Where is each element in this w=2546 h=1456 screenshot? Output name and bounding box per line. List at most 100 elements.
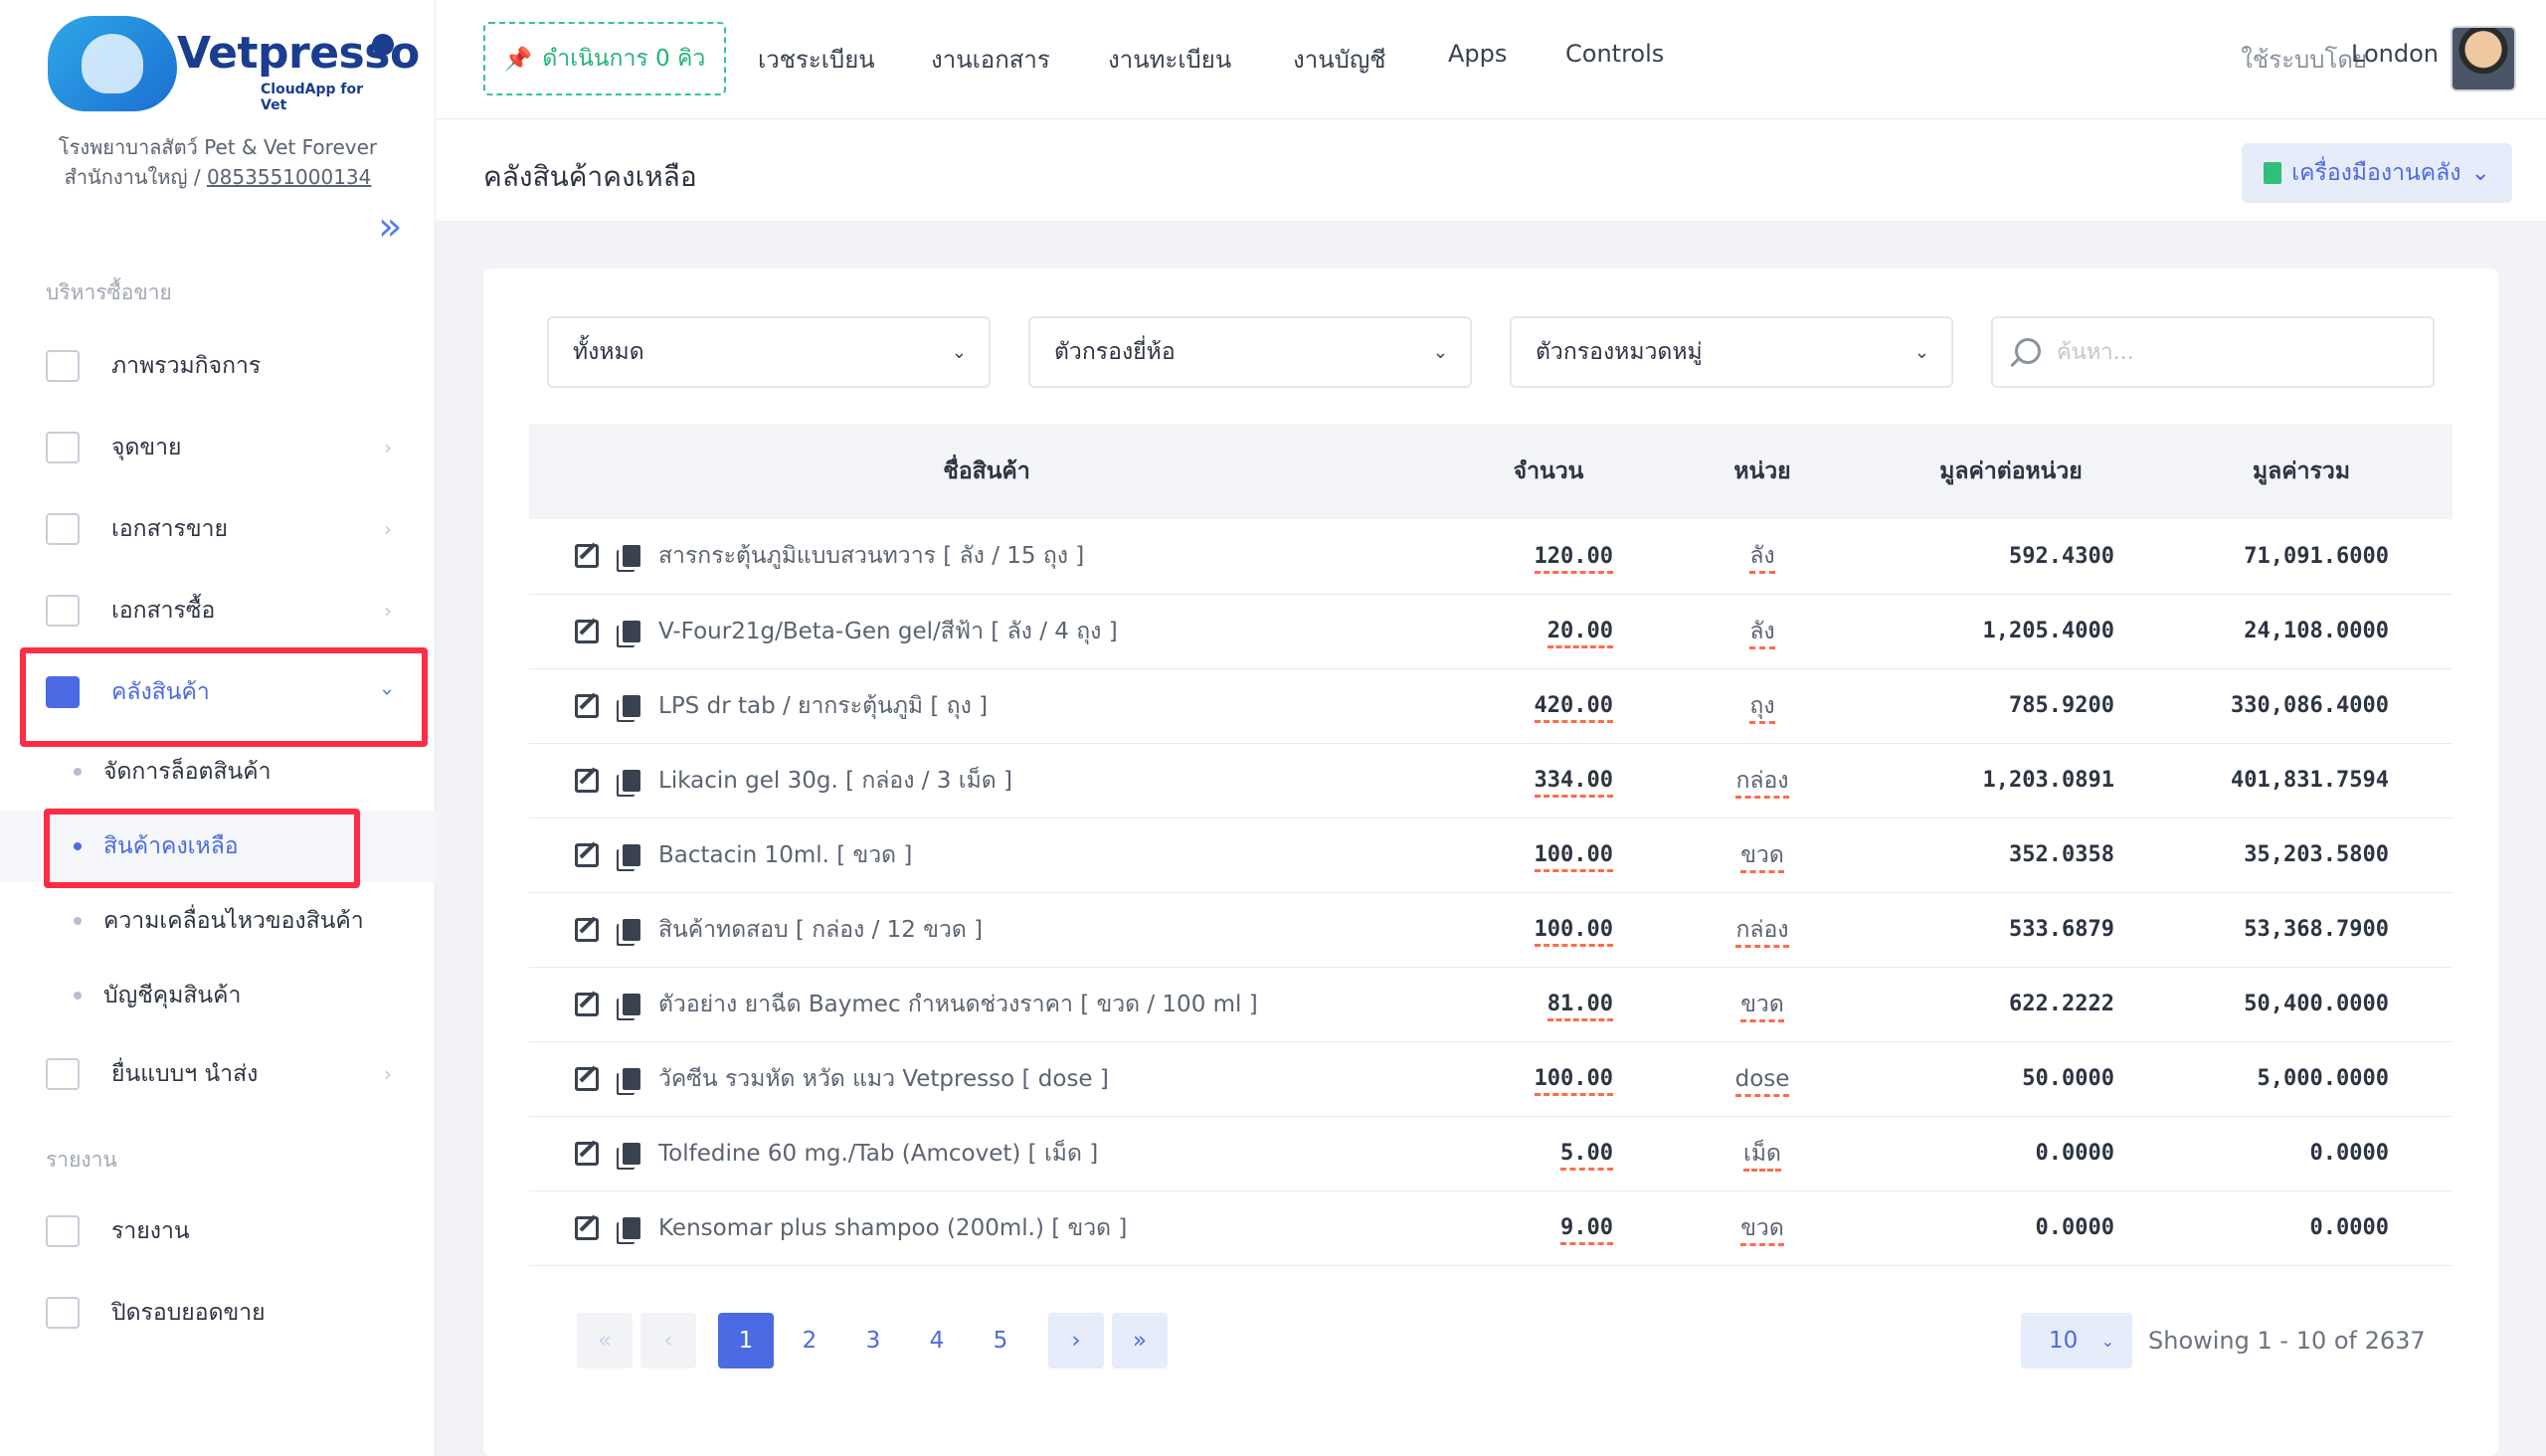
qty-value[interactable]: 81.00 bbox=[1546, 992, 1613, 1021]
copy-icon[interactable] bbox=[623, 843, 640, 866]
sidebar-item-label: ปิดรอบยอดขาย bbox=[111, 1300, 266, 1326]
brand-filter-select[interactable]: ตัวกรองยี่ห้อ ⌄ bbox=[1028, 316, 1472, 388]
clinic-phone-link[interactable]: 0853551000134 bbox=[207, 165, 371, 189]
nav-controls[interactable]: Controls bbox=[1565, 40, 1664, 68]
edit-icon[interactable] bbox=[575, 917, 599, 942]
qty-value[interactable]: 420.00 bbox=[1534, 693, 1613, 723]
per-page-select[interactable]: 10 ⌄ bbox=[2021, 1313, 2132, 1368]
copy-icon[interactable] bbox=[623, 769, 640, 792]
qty-value[interactable]: 120.00 bbox=[1534, 543, 1613, 574]
unit-value[interactable]: ลัง bbox=[1749, 618, 1775, 649]
edit-icon[interactable] bbox=[575, 544, 599, 569]
bullet-icon bbox=[74, 917, 82, 925]
copy-icon[interactable] bbox=[623, 1142, 640, 1165]
page-button-4[interactable]: 4 bbox=[909, 1313, 965, 1368]
unit-value[interactable]: ถุง bbox=[1749, 692, 1775, 724]
col-header-total[interactable]: มูลค่ารวม bbox=[2150, 424, 2453, 519]
edit-icon[interactable] bbox=[575, 992, 599, 1016]
cash-register-icon bbox=[46, 432, 80, 463]
edit-icon[interactable] bbox=[575, 693, 599, 718]
sidebar-subitem-stock-movement[interactable]: ความเคลื่อนไหวของสินค้า bbox=[0, 885, 436, 957]
qty-value[interactable]: 334.00 bbox=[1534, 768, 1613, 798]
unit-value[interactable]: dose bbox=[1734, 1065, 1790, 1097]
nav-medical-records[interactable]: เวชระเบียน bbox=[758, 40, 875, 79]
copy-icon[interactable] bbox=[623, 620, 640, 642]
unit-value[interactable]: เม็ด bbox=[1743, 1140, 1781, 1172]
edit-icon[interactable] bbox=[575, 842, 599, 867]
edit-icon[interactable] bbox=[575, 619, 599, 643]
col-header-unit-price[interactable]: มูลค่าต่อหน่วย bbox=[1872, 424, 2150, 519]
stock-card: ทั้งหมด ⌄ ตัวกรองยี่ห้อ ⌄ ตัวกรองหมวดหมู… bbox=[483, 269, 2498, 1456]
edit-icon[interactable] bbox=[575, 1215, 599, 1240]
col-header-unit[interactable]: หน่วย bbox=[1653, 424, 1872, 519]
qty-value[interactable]: 100.00 bbox=[1534, 1066, 1613, 1096]
qty-value[interactable]: 100.00 bbox=[1534, 917, 1613, 947]
cart-icon bbox=[46, 595, 80, 627]
prev-page-button[interactable]: ‹ bbox=[640, 1313, 696, 1368]
sidebar-subitem-stock-ledger[interactable]: บัญชีคุมสินค้า bbox=[0, 960, 436, 1031]
sidebar-subitem-lot-management[interactable]: จัดการล็อตสินค้า bbox=[0, 736, 436, 808]
copy-icon[interactable] bbox=[623, 918, 640, 941]
user-name[interactable]: London bbox=[2351, 40, 2439, 68]
cell-unit-price: 352.0358 bbox=[1872, 818, 2150, 893]
unit-value[interactable]: ขวด bbox=[1740, 1214, 1784, 1246]
next-page-button[interactable]: › bbox=[1048, 1313, 1104, 1368]
cell-qty: 20.00 bbox=[1444, 594, 1653, 669]
copy-icon[interactable] bbox=[623, 694, 640, 717]
qty-value[interactable]: 100.00 bbox=[1534, 842, 1613, 872]
unit-value[interactable]: กล่อง bbox=[1735, 767, 1789, 799]
page-button-2[interactable]: 2 bbox=[782, 1313, 837, 1368]
sidebar-item-purchase-docs[interactable]: เอกสารซื้อ › bbox=[20, 575, 428, 646]
cell-total: 5,000.0000 bbox=[2150, 1041, 2453, 1117]
copy-icon[interactable] bbox=[623, 1216, 640, 1239]
sidebar-item-overview[interactable]: ภาพรวมกิจการ bbox=[20, 330, 428, 402]
cell-unit-price: 50.0000 bbox=[1872, 1041, 2150, 1117]
page-button-3[interactable]: 3 bbox=[845, 1313, 901, 1368]
sidebar-item-close-sales[interactable]: ปิดรอบยอดขาย bbox=[20, 1277, 428, 1349]
qty-value[interactable]: 5.00 bbox=[1560, 1141, 1613, 1171]
last-page-button[interactable]: » bbox=[1112, 1313, 1168, 1368]
clinic-branch: สำนักงานใหญ่ / 0853551000134 bbox=[0, 161, 436, 193]
edit-icon[interactable] bbox=[575, 1141, 599, 1166]
col-header-qty[interactable]: จำนวน bbox=[1444, 424, 1653, 519]
cell-qty: 420.00 bbox=[1444, 668, 1653, 744]
unit-value[interactable]: ลัง bbox=[1749, 543, 1775, 575]
nav-registration[interactable]: งานทะเบียน bbox=[1108, 40, 1231, 79]
sidebar-item-tax-filing[interactable]: ยื่นแบบฯ นำส่ง › bbox=[20, 1038, 428, 1110]
status-filter-select[interactable]: ทั้งหมด ⌄ bbox=[547, 316, 991, 388]
unit-value[interactable]: กล่อง bbox=[1735, 916, 1789, 948]
vetpresso-logo[interactable]: Vetpresso CloudApp for Vet bbox=[48, 12, 420, 121]
bullet-icon bbox=[74, 992, 82, 1000]
nav-apps[interactable]: Apps bbox=[1448, 40, 1507, 68]
nav-documents[interactable]: งานเอกสาร bbox=[931, 40, 1050, 79]
sidebar-item-reports[interactable]: รายงาน bbox=[20, 1195, 428, 1267]
page-button-1[interactable]: 1 bbox=[718, 1313, 774, 1368]
copy-icon[interactable] bbox=[623, 545, 640, 568]
cell-unit-price: 592.4300 bbox=[1872, 519, 2150, 595]
qty-value[interactable]: 9.00 bbox=[1560, 1215, 1613, 1245]
nav-accounting[interactable]: งานบัญชี bbox=[1293, 40, 1386, 79]
unit-value[interactable]: ขวด bbox=[1740, 841, 1784, 873]
first-page-button[interactable]: « bbox=[577, 1313, 633, 1368]
sidebar-item-sales-docs[interactable]: เอกสารขาย › bbox=[20, 493, 428, 565]
cell-name: ตัวอย่าง ยาฉีด Baymec กำหนดช่วงราคา [ ขว… bbox=[529, 967, 1444, 1042]
sidebar-item-pos[interactable]: จุดขาย › bbox=[20, 412, 428, 483]
qty-value[interactable]: 20.00 bbox=[1546, 619, 1613, 648]
edit-icon[interactable] bbox=[575, 1066, 599, 1091]
copy-icon[interactable] bbox=[623, 993, 640, 1015]
edit-icon[interactable] bbox=[575, 768, 599, 793]
warehouse-tools-button[interactable]: เครื่องมืองานคลัง ⌄ bbox=[2242, 143, 2512, 203]
avatar[interactable] bbox=[2451, 26, 2516, 91]
copy-icon[interactable] bbox=[623, 1067, 640, 1090]
sidebar-item-label: เอกสารซื้อ bbox=[111, 598, 216, 624]
unit-value[interactable]: ขวด bbox=[1740, 991, 1784, 1022]
queue-button[interactable]: 📌 ดำเนินการ 0 คิว bbox=[483, 22, 726, 95]
page-button-5[interactable]: 5 bbox=[973, 1313, 1028, 1368]
collapse-sidebar-icon[interactable]: » bbox=[378, 207, 402, 247]
category-filter-select[interactable]: ตัวกรองหมวดหมู่ ⌄ bbox=[1510, 316, 1953, 388]
col-header-name[interactable]: ชื่อสินค้า bbox=[529, 424, 1444, 519]
sidebar-item-label: เอกสารขาย bbox=[111, 516, 229, 542]
product-name: สินค้าทดสอบ [ กล่อง / 12 ขวด ] bbox=[658, 916, 984, 943]
search-input[interactable] bbox=[2057, 332, 2415, 372]
search-icon bbox=[2015, 338, 2041, 364]
